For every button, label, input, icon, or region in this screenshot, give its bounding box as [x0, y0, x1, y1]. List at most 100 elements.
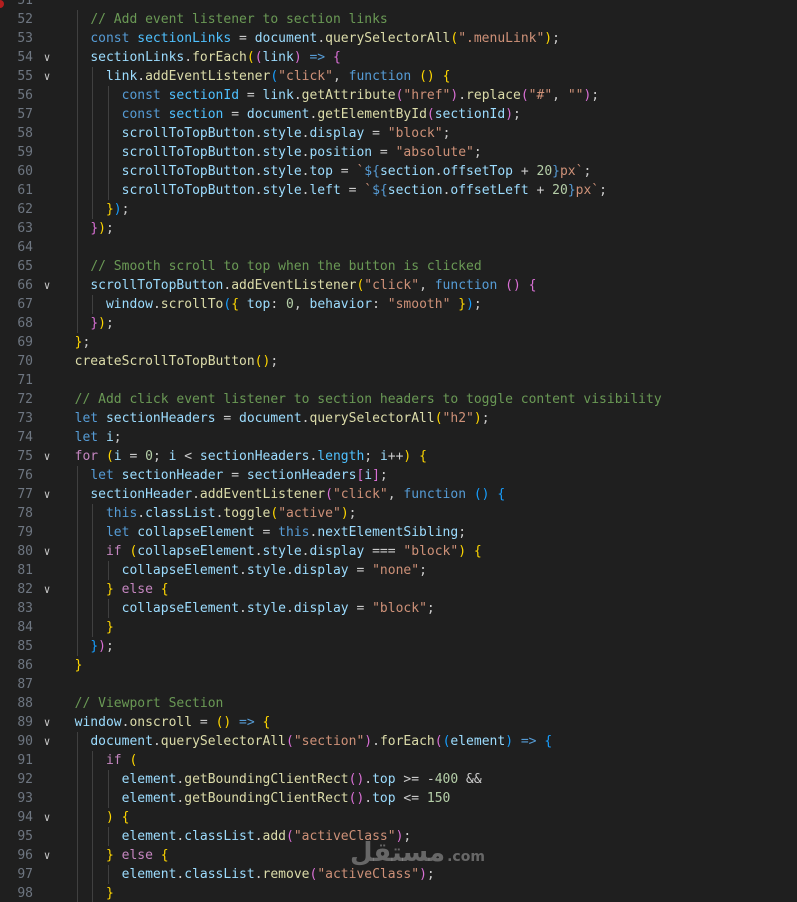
code-line[interactable]: 64 — [0, 238, 797, 257]
code-line[interactable]: 93 element.getBoundingClientRect().top <… — [0, 789, 797, 808]
code-line[interactable]: 51 — [0, 0, 797, 10]
line-number: 87 — [17, 677, 33, 692]
fold-chevron-icon[interactable]: ∨ — [40, 713, 54, 732]
code-line[interactable]: 71 — [0, 371, 797, 390]
code-token: ) — [105, 810, 114, 825]
code-token: style — [262, 544, 302, 559]
code-line[interactable]: 52 // Add event listener to section link… — [0, 10, 797, 29]
code-editor[interactable]: 51 52 // Add event listener to section li… — [0, 0, 797, 902]
code-line[interactable]: 83 collapseElement.style.display = "bloc… — [0, 599, 797, 618]
line-text: let i; — [59, 428, 122, 447]
code-token: ; — [348, 506, 357, 521]
code-line[interactable]: 56 const sectionId = link.getAttribute("… — [0, 86, 797, 105]
line-number: 69 — [17, 335, 33, 350]
code-line[interactable]: 67 window.scrollTo({ top: 0, behavior: "… — [0, 295, 797, 314]
code-line[interactable]: 65 // Smooth scroll to top when the butt… — [0, 257, 797, 276]
code-token: ) — [340, 506, 349, 521]
code-token: add — [262, 829, 287, 844]
code-line[interactable]: 55 ∨ link.addEventListener("click", funct… — [0, 67, 797, 86]
code-token: () — [348, 772, 365, 787]
code-line[interactable]: 79 let collapseElement = this.nextElemen… — [0, 523, 797, 542]
code-token: . — [317, 31, 326, 46]
fold-chevron-icon[interactable]: ∨ — [40, 67, 54, 86]
code-line[interactable]: 77 ∨ sectionHeader.addEventListener("clic… — [0, 485, 797, 504]
code-token: } — [105, 582, 114, 597]
code-line[interactable]: 89 ∨ window.onscroll = () => { — [0, 713, 797, 732]
code-line[interactable]: 74 let i; — [0, 428, 797, 447]
code-token: ( — [325, 487, 333, 502]
code-token: "block" — [372, 601, 427, 616]
fold-chevron-icon[interactable]: ∨ — [40, 808, 54, 827]
fold-chevron-icon[interactable]: ∨ — [40, 485, 54, 504]
code-token: : — [270, 297, 287, 312]
code-line[interactable]: 58 scrollToTopButton.style.display = "bl… — [0, 124, 797, 143]
code-token: section — [387, 183, 443, 198]
fold-chevron-icon[interactable]: ∨ — [40, 732, 54, 751]
line-text: element.getBoundingClientRect().top <= 1… — [59, 789, 451, 808]
code-token: { — [262, 715, 271, 730]
code-line[interactable]: 84 } — [0, 618, 797, 637]
code-line[interactable]: 78 this.classList.toggle("active"); — [0, 504, 797, 523]
code-line[interactable]: 98 } — [0, 884, 797, 902]
code-line[interactable]: 72 // Add click event listener to sectio… — [0, 390, 797, 409]
code-line[interactable]: 60 scrollToTopButton.style.top = `${sect… — [0, 162, 797, 181]
code-line[interactable]: 76 let sectionHeader = sectionHeaders[i]… — [0, 466, 797, 485]
fold-chevron-icon[interactable]: ∨ — [40, 580, 54, 599]
code-line[interactable]: 73 let sectionHeaders = document.querySe… — [0, 409, 797, 428]
code-line[interactable]: 62 }); — [0, 200, 797, 219]
code-line[interactable]: 94 ∨ ) { — [0, 808, 797, 827]
code-line[interactable]: 61 scrollToTopButton.style.left = `${sec… — [0, 181, 797, 200]
code-line[interactable]: 66 ∨ scrollToTopButton.addEventListener("… — [0, 276, 797, 295]
code-line[interactable]: 57 const section = document.getElementBy… — [0, 105, 797, 124]
code-line[interactable]: 69 }; — [0, 333, 797, 352]
code-line[interactable]: 59 scrollToTopButton.style.position = "a… — [0, 143, 797, 162]
code-line[interactable]: 54 ∨ sectionLinks.forEach((link) => { — [0, 48, 797, 67]
line-number: 64 — [17, 240, 33, 255]
code-token: ++ — [387, 449, 404, 464]
code-token: getAttribute — [301, 88, 396, 103]
code-line[interactable]: 91 if ( — [0, 751, 797, 770]
code-token: style — [262, 126, 302, 141]
code-token: let — [74, 411, 99, 426]
code-line[interactable]: 88 // Viewport Section — [0, 694, 797, 713]
code-token: nextElementSibling — [317, 525, 459, 540]
code-line[interactable]: 85 }); — [0, 637, 797, 656]
code-line[interactable]: 92 element.getBoundingClientRect().top >… — [0, 770, 797, 789]
fold-chevron-icon[interactable]: ∨ — [40, 276, 54, 295]
code-line[interactable]: 70 createScrollToTopButton(); — [0, 352, 797, 371]
code-token: else — [121, 582, 153, 597]
code-token: i — [105, 430, 114, 445]
code-token: } — [105, 886, 114, 901]
code-line[interactable]: 82 ∨ } else { — [0, 580, 797, 599]
code-token: querySelectorAll — [309, 411, 435, 426]
code-token: = — [223, 107, 247, 122]
watermark-arabic-text: مستقل — [350, 838, 446, 868]
code-token: . — [137, 69, 146, 84]
fold-chevron-icon[interactable]: ∨ — [40, 542, 54, 561]
code-token: . — [184, 50, 193, 65]
code-line[interactable]: 90 ∨ document.querySelectorAll("section")… — [0, 732, 797, 751]
code-line[interactable]: 80 ∨ if (collapseElement.style.display ==… — [0, 542, 797, 561]
line-number: 52 — [17, 12, 33, 27]
fold-chevron-icon[interactable]: ∨ — [40, 846, 54, 865]
code-token: style — [262, 164, 302, 179]
code-lines[interactable]: 51 52 // Add event listener to section li… — [0, 0, 797, 902]
code-line[interactable]: 68 }); — [0, 314, 797, 333]
code-line[interactable]: 86 } — [0, 656, 797, 675]
line-number: 94 — [17, 810, 33, 825]
fold-chevron-icon[interactable]: ∨ — [40, 447, 54, 466]
code-line[interactable]: 87 — [0, 675, 797, 694]
code-token: window — [74, 715, 122, 730]
code-line[interactable]: 63 }); — [0, 219, 797, 238]
code-token: ; — [481, 411, 490, 426]
code-line[interactable]: 81 collapseElement.style.display = "none… — [0, 561, 797, 580]
fold-chevron-icon[interactable]: ∨ — [40, 48, 54, 67]
code-token: style — [246, 563, 286, 578]
code-token: . — [192, 487, 200, 502]
code-line[interactable]: 75 ∨ for (i = 0; i < sectionHeaders.lengt… — [0, 447, 797, 466]
code-line[interactable]: 53 const sectionLinks = document.querySe… — [0, 29, 797, 48]
